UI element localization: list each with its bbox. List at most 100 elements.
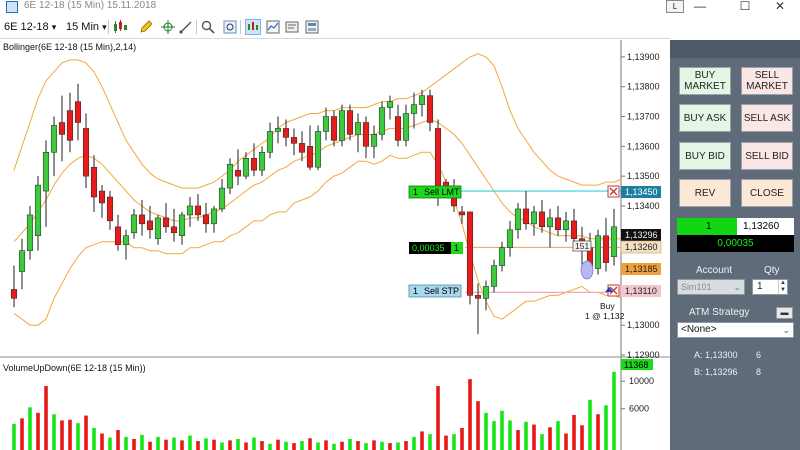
volume-bar xyxy=(44,386,48,450)
sell-market-button[interactable]: SELL MARKET xyxy=(741,67,793,95)
account-select[interactable]: Sim101 ⌄ xyxy=(677,279,745,295)
chart-trader-icon[interactable] xyxy=(245,19,261,35)
volume-bar xyxy=(84,415,88,450)
interval-selector[interactable]: 15 Min ▾ xyxy=(66,19,107,35)
ask-quote: A: 1,13300 xyxy=(694,350,738,360)
position-qty: 1 xyxy=(454,243,459,253)
volume-bar xyxy=(532,424,536,450)
candle-body xyxy=(362,122,370,147)
position-flag[interactable]: 151 xyxy=(572,240,592,252)
volume-bar xyxy=(396,442,400,450)
maximize-icon[interactable]: ☐ xyxy=(725,0,765,14)
candle-body xyxy=(266,131,274,153)
drawing-ellipse[interactable] xyxy=(580,260,594,280)
price-tag-current: 1,13296 xyxy=(621,229,661,241)
volume-bar xyxy=(188,435,192,450)
candle-body xyxy=(602,235,610,263)
candle-body xyxy=(154,217,162,239)
candle-body xyxy=(50,125,58,153)
price-tick-label: 1,12900 xyxy=(627,350,660,360)
volume-bar xyxy=(596,414,600,450)
crosshair-icon[interactable] xyxy=(160,19,176,35)
candle-body xyxy=(282,128,290,138)
sell-stop-order-label[interactable]: 1 Sell STP xyxy=(408,284,462,298)
buy-ask-button[interactable]: BUY ASK xyxy=(679,104,731,132)
candle-body xyxy=(354,122,362,135)
indicators-icon[interactable] xyxy=(265,19,281,35)
atm-properties-icon[interactable]: ▬ xyxy=(776,307,793,319)
pencil-icon[interactable] xyxy=(138,19,154,35)
interval-name: 15 Min xyxy=(66,21,100,33)
sell-stop-qty: 1 xyxy=(413,286,418,296)
bar-style-icon[interactable] xyxy=(112,19,128,35)
spinner-icon[interactable]: ▲ ▼ xyxy=(778,280,787,294)
window-title: 6E 12-18 (15 Min) 15.11.2018 xyxy=(24,0,157,11)
drawing-tools-icon[interactable] xyxy=(178,19,194,35)
volume-bar xyxy=(428,434,432,450)
candle-body xyxy=(506,229,514,248)
volume-bar xyxy=(316,442,320,450)
position-flag-label: 151 xyxy=(575,241,589,251)
volume-bar xyxy=(460,427,464,450)
sell-limit-order-label[interactable]: 1 Sell LMT xyxy=(408,185,462,199)
volume-bar xyxy=(268,443,272,450)
volume-bar xyxy=(500,410,504,450)
volume-bar xyxy=(92,427,96,450)
volume-bar xyxy=(292,443,296,450)
minimize-icon[interactable]: — xyxy=(680,0,720,14)
ask-size: 6 xyxy=(756,350,762,360)
price-axis[interactable]: 1,13900 1,13800 1,13700 1,13600 1,13500 1,134… xyxy=(621,52,660,360)
reverse-button[interactable]: REV xyxy=(679,179,731,207)
candle-body xyxy=(594,235,602,269)
volume-bar xyxy=(548,427,552,450)
candle-body xyxy=(82,128,90,177)
position-pnl-label[interactable]: 0,00035 1 xyxy=(409,242,463,254)
candle-body xyxy=(418,95,426,105)
candle-body xyxy=(610,226,618,257)
volume-bar xyxy=(12,423,16,450)
close-position-button[interactable]: CLOSE xyxy=(741,179,793,207)
chart-area[interactable]: Bollinger(6E 12-18 (15 Min),2,14) Volume… xyxy=(0,40,670,450)
sell-ask-button[interactable]: SELL ASK xyxy=(741,104,793,132)
buy-market-button[interactable]: BUY MARKET xyxy=(679,67,731,95)
candle-body xyxy=(378,107,386,135)
candles xyxy=(10,83,618,335)
volume-bar xyxy=(412,436,416,450)
volume-bar xyxy=(124,436,128,450)
candle-body xyxy=(234,169,242,177)
price-tag-stop: 1,13185 xyxy=(621,263,661,275)
candle-body xyxy=(538,211,546,228)
candle-body xyxy=(258,152,266,171)
zoom-icon[interactable] xyxy=(200,19,216,35)
buy-bid-button[interactable]: BUY BID xyxy=(679,142,731,170)
candle-body xyxy=(490,265,498,287)
sell-bid-button[interactable]: SELL BID xyxy=(741,142,793,170)
volume-bar xyxy=(148,441,152,450)
volume-panel-title: VolumeUpDown(6E 12-18 (15 Min)) xyxy=(3,363,146,373)
volume-bar xyxy=(164,439,168,450)
atm-strategy-select[interactable]: <None> ⌄ xyxy=(677,322,794,338)
execution-label: Buy xyxy=(600,301,615,311)
cancel-limit-order-icon[interactable] xyxy=(607,185,620,198)
position-quantity: 1 xyxy=(677,218,737,235)
candle-body xyxy=(394,116,402,141)
properties-icon[interactable] xyxy=(304,19,320,35)
volume-bar xyxy=(588,399,592,450)
quantity-stepper[interactable]: 1 ▲ ▼ xyxy=(752,279,788,295)
close-icon[interactable]: ✕ xyxy=(760,0,800,14)
strategies-icon[interactable] xyxy=(284,19,300,35)
instrument-name: 6E 12-18 xyxy=(4,21,49,33)
candle-body xyxy=(402,113,410,141)
volume-bar xyxy=(364,443,368,450)
volume-bar xyxy=(156,436,160,450)
volume-bar xyxy=(476,401,480,450)
instrument-selector[interactable]: 6E 12-18 ▾ xyxy=(4,19,56,35)
atm-strategy-value: <None> xyxy=(681,324,717,335)
volume-bar xyxy=(204,438,208,450)
magnifier-icon[interactable] xyxy=(222,19,238,35)
volume-axis[interactable]: 10000 6000 xyxy=(621,376,654,414)
price-tag-last-text: 1,13260 xyxy=(625,242,658,252)
price-tick-label: 1,13800 xyxy=(627,82,660,92)
chevron-down-icon: ▾ xyxy=(51,22,57,32)
position-average-price: 1,13260 xyxy=(737,218,794,235)
